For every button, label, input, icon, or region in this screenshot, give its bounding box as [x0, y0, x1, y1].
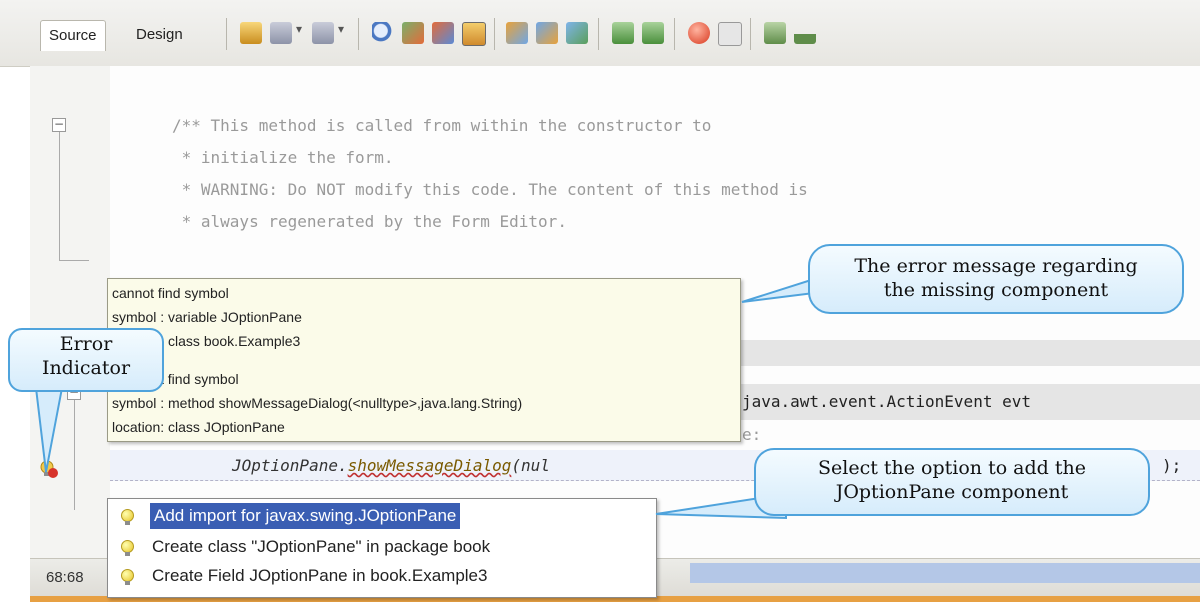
callout-text: Select the option to add the [817, 457, 1086, 479]
callout-error-message: The error message regarding the missing … [808, 244, 1184, 314]
callout-error-indicator: Error Indicator [8, 328, 164, 392]
callout-text: the missing component [883, 279, 1109, 301]
callout-text: The error message regarding [854, 255, 1138, 277]
callout-text: Error [59, 333, 113, 355]
callout-select-option: Select the option to add the JOptionPane… [754, 448, 1150, 516]
callout-text: JOptionPane component [835, 481, 1069, 503]
callout-text: Indicator [41, 357, 131, 379]
error-indicator-pointer [34, 387, 64, 473]
